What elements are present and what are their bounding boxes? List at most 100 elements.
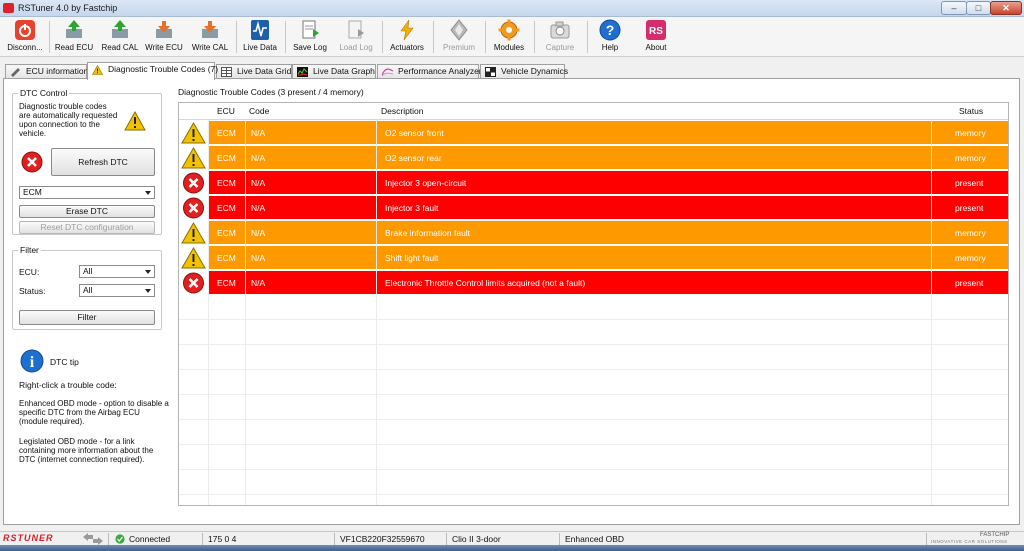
dtc-tip-line-3: Legislated OBD mode - for a link contain… — [19, 437, 154, 464]
tab-live-data-graph[interactable]: Live Data Graph — [292, 64, 376, 79]
empty-row — [179, 421, 1008, 445]
tab-performance-analyzer[interactable]: Performance Analyzer — [377, 64, 482, 79]
erase-dtc-button[interactable]: Erase DTC — [19, 205, 155, 218]
empty-row — [179, 346, 1008, 370]
disconnect-button[interactable]: Disconn... — [2, 18, 48, 56]
read-ecu-button[interactable]: Read ECU — [52, 18, 96, 56]
warning-icon — [179, 121, 208, 145]
dtc-tip-line-2: Enhanced OBD mode - option to disable a … — [19, 399, 169, 426]
tab-label: ECU information — [26, 66, 89, 76]
chevron-down-icon — [145, 270, 151, 274]
toolbar-separator — [285, 21, 286, 53]
minimize-button[interactable]: – — [941, 1, 967, 15]
save-log-label: Save Log — [293, 43, 327, 52]
tab-label: Live Data Grid — [237, 66, 292, 76]
toolbar-separator — [433, 21, 434, 53]
about-label: About — [645, 43, 667, 52]
dtc-tip-title: DTC tip — [50, 357, 79, 367]
dtc-row[interactable]: ECM N/A Shift light fault memory — [179, 246, 1008, 270]
ecu-filter-value: All — [83, 266, 93, 276]
write-cal-icon — [202, 21, 218, 38]
close-button[interactable]: ✕ — [990, 1, 1022, 15]
error-icon — [179, 271, 208, 295]
empty-row — [179, 496, 1008, 505]
connection-arrows-icon — [83, 533, 103, 545]
save-log-button[interactable]: Save Log — [288, 18, 332, 56]
tab-ecu-information[interactable]: ECU information — [5, 64, 89, 79]
disconnect-label: Disconn... — [7, 43, 43, 52]
dtc-control-info: Diagnostic trouble codes are automatical… — [19, 102, 118, 138]
write-ecu-button[interactable]: Write ECU — [142, 18, 186, 56]
power-icon — [15, 20, 35, 40]
modules-button[interactable]: Modules — [488, 18, 530, 56]
actuators-label: Actuators — [390, 43, 424, 52]
read-cal-label: Read CAL — [101, 43, 139, 52]
obd-mode: Enhanced OBD — [565, 534, 625, 544]
tab-diagnostic-trouble-codes[interactable]: Diagnostic Trouble Codes (7) — [87, 62, 218, 80]
rstuner-logo: RSTUNER — [3, 533, 54, 543]
fastchip-tagline: INNOVATIVE CAR SOLUTIONS — [931, 539, 1008, 544]
tab-vehicle-dynamics[interactable]: Vehicle Dynamics — [480, 64, 568, 79]
fastchip-logo: FASTCHIP — [980, 532, 1010, 538]
dtc-row[interactable]: ECM N/A Brake information fault memory — [179, 221, 1008, 245]
column-header-status[interactable]: Status — [959, 106, 983, 116]
dtc-status-cell: memory — [955, 228, 986, 238]
ecu-filter-label: ECU: — [19, 267, 40, 277]
tab-live-data-grid[interactable]: Live Data Grid — [216, 64, 292, 79]
filter-button[interactable]: Filter — [19, 310, 155, 325]
write-cal-button[interactable]: Write CAL — [188, 18, 232, 56]
connected-check-icon — [115, 534, 125, 544]
reset-dtc-configuration-button[interactable]: Reset DTC configuration — [19, 221, 155, 234]
dtc-status-cell: memory — [955, 153, 986, 163]
about-button[interactable]: RS About — [636, 18, 676, 56]
dtc-row[interactable]: ECM N/A Injector 3 open-circuit present — [179, 171, 1008, 195]
performance-icon — [382, 68, 393, 77]
error-icon — [179, 196, 208, 220]
refresh-dtc-button[interactable]: Refresh DTC — [51, 148, 155, 176]
column-header-ecu[interactable]: ECU — [217, 106, 235, 116]
app-window: RSTuner 4.0 by Fastchip – □ ✕ Disconn...… — [0, 0, 1024, 551]
app-logo-icon — [3, 3, 14, 13]
dtc-description-cell: Shift light fault — [385, 253, 439, 263]
ecu-select[interactable]: ECM — [19, 186, 155, 199]
toolbar-separator — [382, 21, 383, 53]
camera-icon — [550, 21, 570, 39]
maximize-button[interactable]: □ — [966, 1, 991, 15]
dtc-row[interactable]: ECM N/A Electronic Throttle Control limits… — [179, 271, 1008, 295]
dtc-row[interactable]: ECM N/A O2 sensor front memory — [179, 121, 1008, 145]
status-divider — [559, 533, 560, 545]
status-bar: RSTUNER Connected 175 0 4 VF1CB220F32559… — [0, 531, 1024, 545]
actuators-button[interactable]: Actuators — [385, 18, 429, 56]
dtc-control-title: DTC Control — [18, 88, 70, 98]
status-divider — [446, 533, 447, 545]
dtc-row[interactable]: ECM N/A Injector 3 fault present — [179, 196, 1008, 220]
warning-icon — [124, 111, 146, 131]
load-log-button[interactable]: Load Log — [334, 18, 378, 56]
dtc-description-cell: Brake information fault — [385, 228, 471, 238]
dtc-code-cell: N/A — [251, 178, 266, 188]
toolbar-separator — [485, 21, 486, 53]
load-log-label: Load Log — [339, 43, 373, 52]
help-button[interactable]: ? Help — [590, 18, 630, 56]
about-icon: RS — [646, 20, 666, 40]
modules-label: Modules — [493, 43, 525, 52]
dtc-tip-line-1: Right-click a trouble code: — [19, 380, 117, 390]
read-cal-button[interactable]: Read CAL — [98, 18, 142, 56]
capture-button[interactable]: Capture — [537, 18, 583, 56]
tab-strip: ECU information Diagnostic Trouble Codes… — [0, 62, 1024, 80]
column-header-code[interactable]: Code — [249, 106, 269, 116]
dtc-status-cell: memory — [955, 128, 986, 138]
empty-row — [179, 446, 1008, 470]
column-header-description[interactable]: Description — [381, 106, 424, 116]
live-data-button[interactable]: Live Data — [239, 18, 281, 56]
dtc-description-cell: Electronic Throttle Control limits acqui… — [385, 278, 586, 288]
premium-button[interactable]: Premium — [436, 18, 482, 56]
status-filter-select[interactable]: All — [79, 284, 155, 297]
dtc-code-cell: N/A — [251, 228, 266, 238]
wrench-icon — [11, 68, 20, 77]
toolbar-separator — [49, 21, 50, 53]
dtc-row[interactable]: ECM N/A O2 sensor rear memory — [179, 146, 1008, 170]
os-taskbar — [0, 545, 1024, 551]
chevron-down-icon — [145, 289, 151, 293]
ecu-filter-select[interactable]: All — [79, 265, 155, 278]
